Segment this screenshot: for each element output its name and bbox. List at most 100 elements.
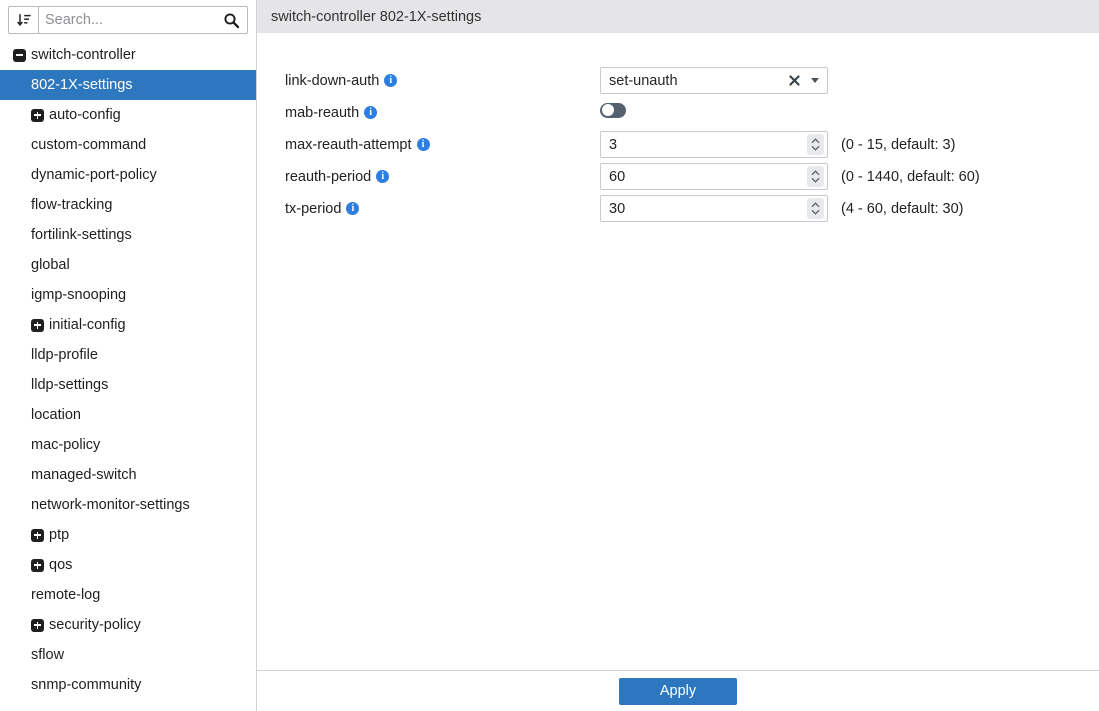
info-circle-icon[interactable] — [376, 170, 389, 183]
tree-node-label: global — [31, 257, 70, 273]
config-tree-sidebar: switch-controller 802-1X-settings auto-c… — [0, 0, 257, 711]
tree-node-label: sflow — [31, 647, 64, 663]
field-label-text: link-down-auth — [285, 73, 379, 89]
plus-square-icon[interactable] — [31, 529, 44, 542]
chevron-down-icon — [811, 209, 820, 215]
number-stepper[interactable] — [807, 134, 824, 155]
tree-node-igmp-snooping[interactable]: igmp-snooping — [0, 280, 256, 310]
tree-node-auto-config[interactable]: auto-config — [0, 100, 256, 130]
field-label-text: max-reauth-attempt — [285, 137, 412, 153]
tree-node-global[interactable]: global — [0, 250, 256, 280]
tree-node-label: custom-command — [31, 137, 146, 153]
chevron-down-icon — [811, 145, 820, 151]
chevron-up-icon — [811, 138, 820, 144]
tree-node-label: switch-controller — [31, 47, 136, 63]
chevron-up-icon — [811, 170, 820, 176]
reauth-period-input[interactable] — [600, 163, 828, 190]
tree-node-fortilink-settings[interactable]: fortilink-settings — [0, 220, 256, 250]
tree-node-label: auto-config — [49, 107, 121, 123]
plus-square-icon[interactable] — [31, 319, 44, 332]
sort-button[interactable] — [9, 7, 39, 33]
tree-node-label: flow-tracking — [31, 197, 112, 213]
tree-node-802-1x-settings[interactable]: 802-1X-settings — [0, 70, 256, 100]
link-down-auth-select[interactable]: set-unauth — [600, 67, 828, 94]
max-reauth-attempt-input[interactable] — [600, 131, 828, 158]
form-row-reauth-period: reauth-period (0 - 1440, default: 60) — [285, 163, 1099, 190]
tree-node-switch-controller[interactable]: switch-controller — [0, 40, 256, 70]
search-submit-button[interactable] — [215, 7, 247, 33]
search-bar — [8, 6, 248, 34]
tree-node-label: igmp-snooping — [31, 287, 126, 303]
form-row-mab-reauth: mab-reauth — [285, 99, 1099, 126]
panel-header: switch-controller 802-1X-settings — [257, 0, 1099, 33]
apply-button[interactable]: Apply — [619, 678, 737, 705]
tree-node-snmp-community[interactable]: snmp-community — [0, 670, 256, 700]
tree-node-label: mac-policy — [31, 437, 100, 453]
tree-node-label: lldp-settings — [31, 377, 108, 393]
form-row-link-down-auth: link-down-auth set-unauth — [285, 67, 1099, 94]
plus-square-icon[interactable] — [31, 559, 44, 572]
tree-node-managed-switch[interactable]: managed-switch — [0, 460, 256, 490]
field-label-text: mab-reauth — [285, 105, 359, 121]
field-label-text: reauth-period — [285, 169, 371, 185]
form-row-tx-period: tx-period (4 - 60, default: 30) — [285, 195, 1099, 222]
info-circle-icon[interactable] — [364, 106, 377, 119]
tree-node-label: qos — [49, 557, 72, 573]
app-window: switch-controller 802-1X-settings auto-c… — [0, 0, 1099, 711]
mab-reauth-toggle[interactable] — [600, 103, 626, 118]
settings-panel: switch-controller 802-1X-settings link-d… — [257, 0, 1099, 711]
tree-node-custom-command[interactable]: custom-command — [0, 130, 256, 160]
magnifier-icon — [223, 12, 240, 29]
plus-square-icon[interactable] — [31, 619, 44, 632]
config-tree: switch-controller 802-1X-settings auto-c… — [0, 40, 256, 700]
chevron-up-icon — [811, 202, 820, 208]
search-input[interactable] — [39, 7, 215, 33]
tree-node-dynamic-port-policy[interactable]: dynamic-port-policy — [0, 160, 256, 190]
number-stepper[interactable] — [807, 198, 824, 219]
field-label-text: tx-period — [285, 201, 341, 217]
panel-footer: Apply — [257, 670, 1099, 711]
field-label: mab-reauth — [285, 105, 600, 121]
sort-amount-down-icon — [16, 12, 32, 28]
tree-node-lldp-settings[interactable]: lldp-settings — [0, 370, 256, 400]
tree-node-lldp-profile[interactable]: lldp-profile — [0, 340, 256, 370]
tree-node-remote-log[interactable]: remote-log — [0, 580, 256, 610]
tree-node-label: fortilink-settings — [31, 227, 132, 243]
tree-node-label: location — [31, 407, 81, 423]
info-circle-icon[interactable] — [346, 202, 359, 215]
tree-node-initial-config[interactable]: initial-config — [0, 310, 256, 340]
tree-node-label: 802-1X-settings — [31, 77, 133, 93]
field-label: reauth-period — [285, 169, 600, 185]
tree-node-qos[interactable]: qos — [0, 550, 256, 580]
tree-node-flow-tracking[interactable]: flow-tracking — [0, 190, 256, 220]
tree-node-label: security-policy — [49, 617, 141, 633]
tree-node-network-monitor-settings[interactable]: network-monitor-settings — [0, 490, 256, 520]
settings-form: link-down-auth set-unauth — [257, 33, 1099, 670]
tx-period-input[interactable] — [600, 195, 828, 222]
tree-node-mac-policy[interactable]: mac-policy — [0, 430, 256, 460]
plus-square-icon[interactable] — [31, 109, 44, 122]
field-label: max-reauth-attempt — [285, 137, 600, 153]
tree-node-label: lldp-profile — [31, 347, 98, 363]
caret-down-icon[interactable] — [811, 78, 819, 83]
x-clear-icon[interactable] — [789, 75, 800, 86]
tree-node-ptp[interactable]: ptp — [0, 520, 256, 550]
chevron-down-icon — [811, 177, 820, 183]
range-hint: (0 - 15, default: 3) — [841, 137, 955, 153]
tree-node-label: ptp — [49, 527, 69, 543]
field-label: tx-period — [285, 201, 600, 217]
tree-node-location[interactable]: location — [0, 400, 256, 430]
info-circle-icon[interactable] — [384, 74, 397, 87]
number-stepper[interactable] — [807, 166, 824, 187]
tree-node-sflow[interactable]: sflow — [0, 640, 256, 670]
tree-node-label: initial-config — [49, 317, 126, 333]
form-row-max-reauth-attempt: max-reauth-attempt (0 - 15, default: 3) — [285, 131, 1099, 158]
page-title: switch-controller 802-1X-settings — [271, 9, 481, 25]
range-hint: (4 - 60, default: 30) — [841, 201, 964, 217]
toggle-knob — [602, 104, 614, 116]
minus-square-icon[interactable] — [13, 49, 26, 62]
tree-node-security-policy[interactable]: security-policy — [0, 610, 256, 640]
info-circle-icon[interactable] — [417, 138, 430, 151]
field-label: link-down-auth — [285, 73, 600, 89]
range-hint: (0 - 1440, default: 60) — [841, 169, 980, 185]
